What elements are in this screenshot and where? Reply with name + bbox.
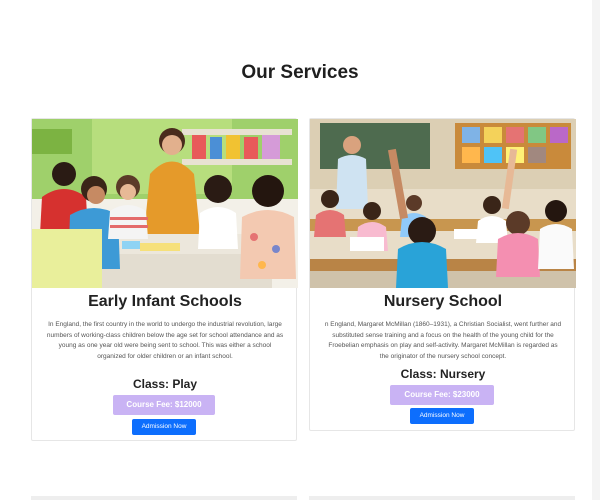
card-description: In England, the first country in the wor… bbox=[46, 321, 284, 360]
service-card-nursery: Nursery School n England, Margaret McMil… bbox=[309, 118, 576, 431]
admission-now-button[interactable]: Admission Now bbox=[132, 419, 196, 435]
next-card-edge bbox=[31, 496, 297, 500]
class-label: Class: Play bbox=[132, 377, 198, 391]
course-fee-badge: Course Fee: $12000 bbox=[113, 395, 215, 415]
section-title: Our Services bbox=[241, 62, 359, 83]
card-title: Early Infant Schools bbox=[88, 293, 242, 310]
card-title: Nursery School bbox=[383, 293, 503, 310]
card-description: n England, Margaret McMillan (1860–1931)… bbox=[324, 321, 562, 360]
classroom-photo-teacher-children bbox=[32, 119, 298, 288]
course-fee-badge: Course Fee: $23000 bbox=[390, 385, 494, 405]
next-card-edge bbox=[309, 496, 575, 500]
admission-now-button[interactable]: Admission Now bbox=[410, 408, 474, 424]
classroom-photo-raised-hands bbox=[310, 119, 576, 288]
service-card-early-infant: Early Infant Schools In England, the fir… bbox=[31, 118, 298, 441]
class-label: Class: Nursery bbox=[400, 367, 486, 381]
